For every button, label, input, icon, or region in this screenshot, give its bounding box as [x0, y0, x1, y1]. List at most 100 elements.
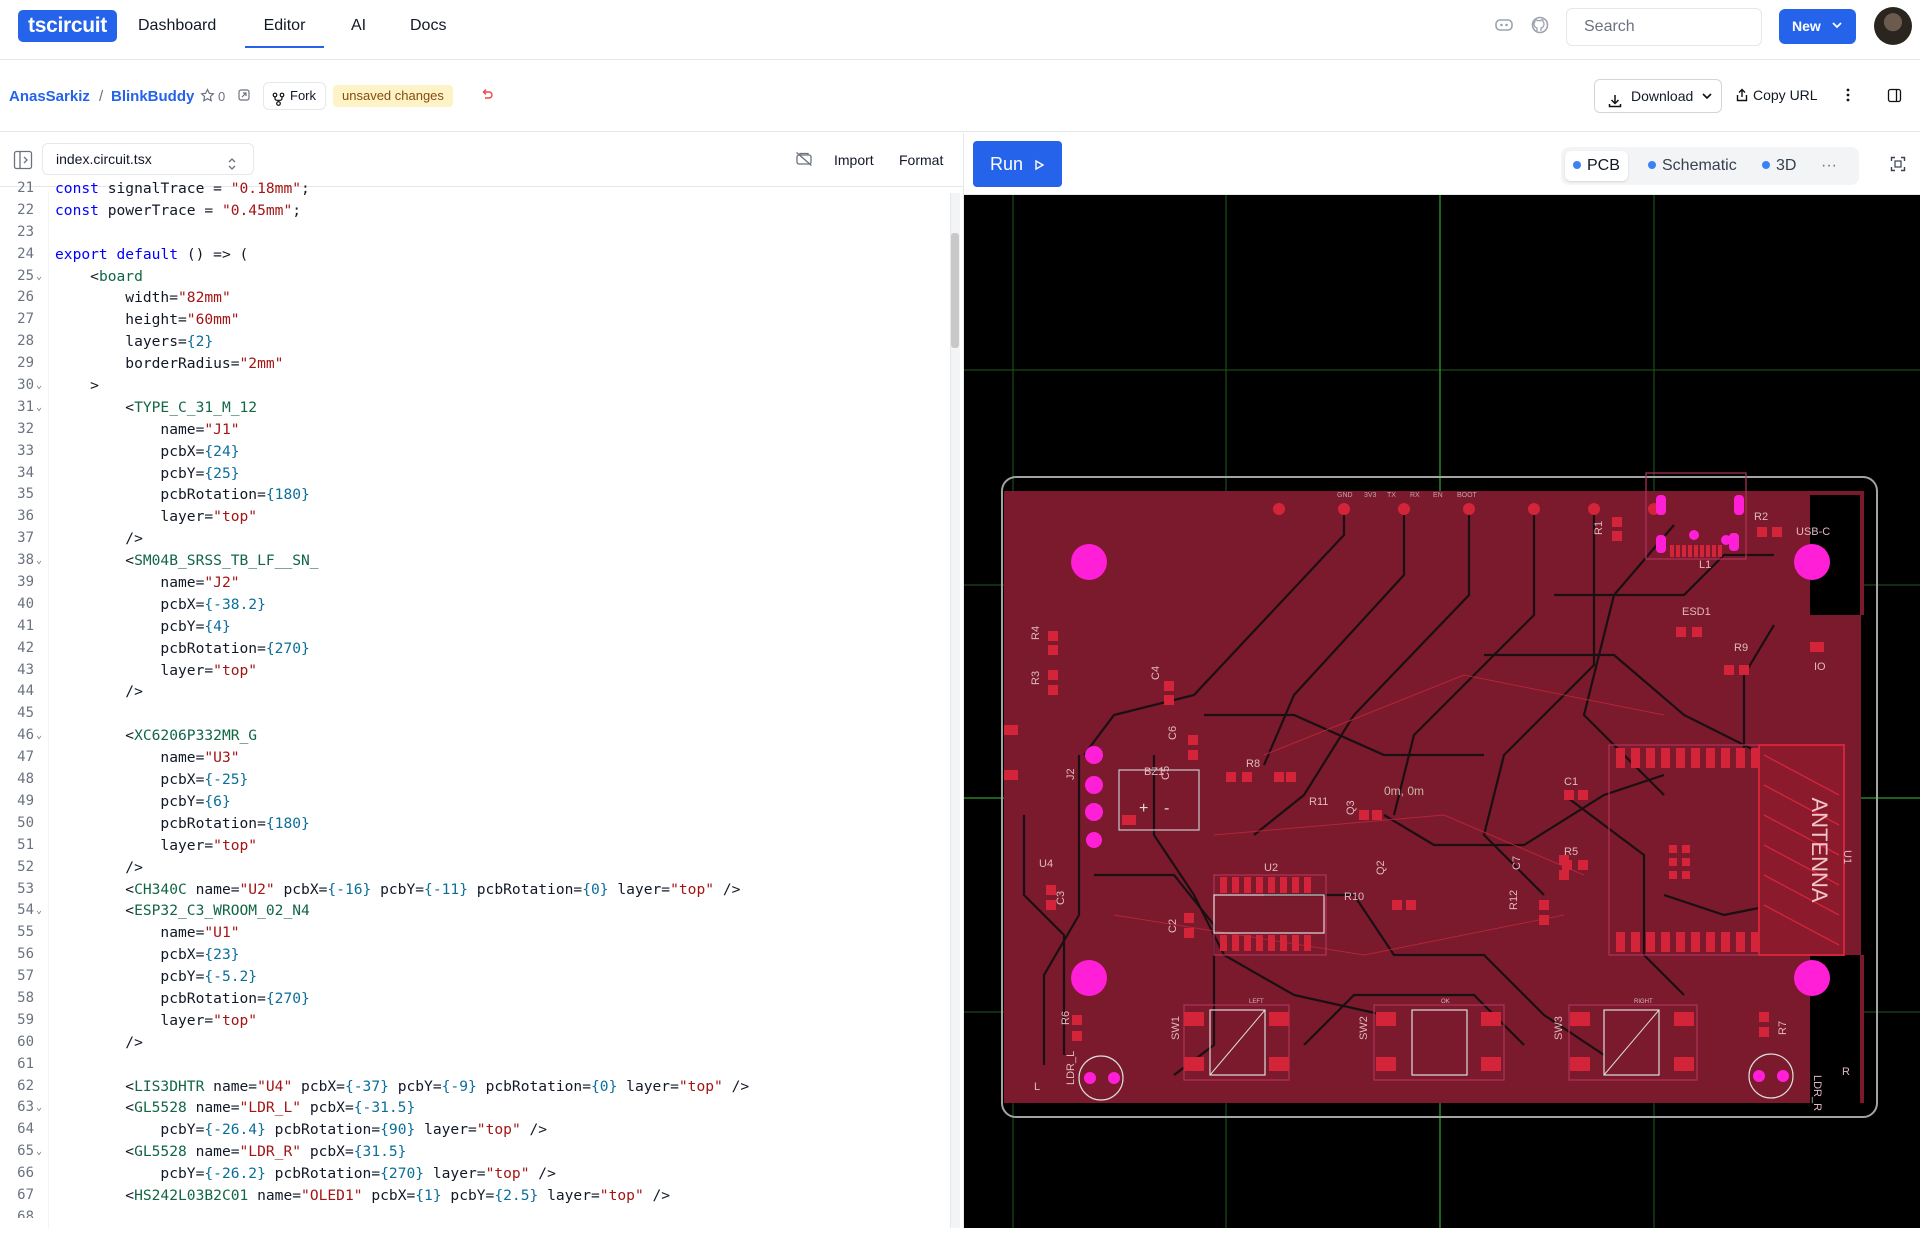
code-line[interactable]: 39 name="J2": [0, 572, 948, 594]
code-line[interactable]: 37 />: [0, 528, 948, 550]
discord-icon[interactable]: [1495, 17, 1513, 38]
code-line[interactable]: 29 borderRadius="2mm": [0, 353, 948, 375]
eye-off-icon[interactable]: [795, 151, 813, 172]
code-line[interactable]: 41 pcbY={4}: [0, 616, 948, 638]
code-line[interactable]: 66 pcbY={-26.2} pcbRotation={270} layer=…: [0, 1163, 948, 1185]
code-area[interactable]: 21 const signalTrace = "0.18mm"; 22 const p…: [0, 178, 948, 1218]
pcb-viewer[interactable]: ANTENNA + - R1 R2 USB-C L1 ESD1 R9 IO R4…: [964, 195, 1920, 1228]
code-line[interactable]: 55 name="U1": [0, 922, 948, 944]
code-line[interactable]: 32 name="J1": [0, 419, 948, 441]
code-line[interactable]: 64 pcbY={-26.4} pcbRotation={90} layer="…: [0, 1119, 948, 1141]
code-line[interactable]: 26 width="82mm": [0, 287, 948, 309]
code-line[interactable]: 45: [0, 703, 948, 725]
project-name-link[interactable]: BlinkBuddy: [111, 88, 194, 105]
code-line[interactable]: 38 ⌄ <SM04B_SRSS_TB_LF__SN_: [0, 550, 948, 572]
nav-dashboard[interactable]: Dashboard: [138, 0, 216, 48]
fold-chevron-icon[interactable]: ⌄: [36, 550, 42, 572]
user-avatar[interactable]: [1874, 7, 1912, 45]
code-line[interactable]: 67 <HS242L03B2C01 name="OLED1" pcbX={1} …: [0, 1185, 948, 1207]
copy-url-button[interactable]: Copy URL: [1736, 87, 1818, 103]
code-line[interactable]: 40 pcbX={-38.2}: [0, 594, 948, 616]
code-line[interactable]: 36 layer="top": [0, 506, 948, 528]
code-line[interactable]: 31 ⌄ <TYPE_C_31_M_12: [0, 397, 948, 419]
fold-chevron-icon[interactable]: ⌄: [36, 266, 42, 288]
code-line[interactable]: 56 pcbX={23}: [0, 944, 948, 966]
code-line[interactable]: 52 />: [0, 857, 948, 879]
code-text: const powerTrace = "0.45mm";: [55, 201, 302, 219]
sidebar-toggle-icon[interactable]: [1887, 88, 1902, 108]
star-icon[interactable]: [200, 88, 215, 108]
code-line[interactable]: 63 ⌄ <GL5528 name="LDR_L" pcbX={-31.5}: [0, 1097, 948, 1119]
fullscreen-icon[interactable]: [1890, 156, 1906, 177]
code-line[interactable]: 53 <CH340C name="U2" pcbX={-16} pcbY={-1…: [0, 879, 948, 901]
code-line[interactable]: 44 />: [0, 681, 948, 703]
code-line[interactable]: 58 pcbRotation={270}: [0, 988, 948, 1010]
format-button[interactable]: Format: [899, 152, 943, 168]
line-number: 30: [17, 377, 34, 394]
owner-link[interactable]: AnasSarkiz: [9, 88, 90, 105]
run-button[interactable]: Run: [973, 141, 1062, 187]
view-tabs: PCB Schematic 3D ···: [1561, 147, 1859, 185]
new-button[interactable]: New: [1779, 9, 1856, 44]
pcb-canvas[interactable]: ANTENNA + - R1R2USB-CL1ESD1R9IOR4R3 C4C6…: [964, 195, 1920, 1228]
code-line[interactable]: 24 export default () => (: [0, 244, 948, 266]
code-line[interactable]: 33 pcbX={24}: [0, 441, 948, 463]
code-line[interactable]: 61: [0, 1054, 948, 1076]
more-tabs-button[interactable]: ···: [1813, 151, 1845, 181]
file-tree-toggle-icon[interactable]: [13, 150, 33, 175]
component-label: R7: [1777, 1021, 1789, 1035]
code-line[interactable]: 23: [0, 222, 948, 244]
code-line[interactable]: 42 pcbRotation={270}: [0, 638, 948, 660]
fold-chevron-icon[interactable]: ⌄: [36, 1141, 42, 1163]
code-line[interactable]: 28 layers={2}: [0, 331, 948, 353]
code-line[interactable]: 34 pcbY={25}: [0, 463, 948, 485]
fold-chevron-icon[interactable]: ⌄: [36, 397, 42, 419]
more-vertical-icon[interactable]: [1846, 88, 1850, 107]
fork-button[interactable]: Fork: [263, 82, 326, 110]
code-line[interactable]: 30 ⌄ >: [0, 375, 948, 397]
tscircuit-logo[interactable]: tscircuit: [18, 10, 117, 42]
nav-editor[interactable]: Editor: [245, 0, 324, 48]
editor-scrollbar[interactable]: [950, 193, 960, 1228]
code-line[interactable]: 48 pcbX={-25}: [0, 769, 948, 791]
fold-chevron-icon[interactable]: ⌄: [36, 375, 42, 397]
fold-chevron-icon[interactable]: ⌄: [36, 1097, 42, 1119]
fold-chevron-icon[interactable]: ⌄: [36, 900, 42, 922]
code-line[interactable]: 68: [0, 1207, 948, 1218]
file-select[interactable]: index.circuit.tsx: [42, 143, 254, 175]
code-line[interactable]: 60 />: [0, 1032, 948, 1054]
fold-chevron-icon[interactable]: ⌄: [36, 725, 42, 747]
code-line[interactable]: 47 name="U3": [0, 747, 948, 769]
code-line[interactable]: 54 ⌄ <ESP32_C3_WROOM_02_N4: [0, 900, 948, 922]
tab-pcb[interactable]: PCB: [1565, 151, 1628, 181]
code-line[interactable]: 49 pcbY={6}: [0, 791, 948, 813]
line-number: 47: [17, 749, 34, 766]
code-line[interactable]: 50 pcbRotation={180}: [0, 813, 948, 835]
github-icon[interactable]: [1531, 16, 1549, 39]
code-text: <GL5528 name="LDR_L" pcbX={-31.5}: [55, 1099, 416, 1117]
nav-docs[interactable]: Docs: [410, 0, 446, 48]
code-line[interactable]: 21 const signalTrace = "0.18mm";: [0, 178, 948, 200]
tab-schematic[interactable]: Schematic: [1640, 151, 1745, 181]
code-line[interactable]: 65 ⌄ <GL5528 name="LDR_R" pcbX={31.5}: [0, 1141, 948, 1163]
code-line[interactable]: 57 pcbY={-5.2}: [0, 966, 948, 988]
tab-3d[interactable]: 3D: [1754, 151, 1804, 181]
code-line[interactable]: 25 ⌄ <board: [0, 266, 948, 288]
code-line[interactable]: 51 layer="top": [0, 835, 948, 857]
code-line[interactable]: 62 <LIS3DHTR name="U4" pcbX={-37} pcbY={…: [0, 1076, 948, 1098]
code-line[interactable]: 46 ⌄ <XC6206P332MR_G: [0, 725, 948, 747]
search-input[interactable]: Search: [1566, 8, 1762, 46]
import-button[interactable]: Import: [834, 152, 874, 168]
code-line[interactable]: 27 height="60mm": [0, 309, 948, 331]
code-line[interactable]: 43 layer="top": [0, 660, 948, 682]
component-label: R8: [1246, 758, 1260, 770]
undo-icon[interactable]: [480, 88, 494, 107]
code-line[interactable]: 35 pcbRotation={180}: [0, 484, 948, 506]
component-label: SW3: [1553, 1016, 1565, 1040]
open-external-icon[interactable]: [237, 88, 251, 107]
code-line[interactable]: 59 layer="top": [0, 1010, 948, 1032]
download-button[interactable]: Download: [1594, 79, 1722, 113]
editor-scrollbar-thumb[interactable]: [951, 233, 959, 348]
nav-ai[interactable]: AI: [351, 0, 366, 48]
code-line[interactable]: 22 const powerTrace = "0.45mm";: [0, 200, 948, 222]
